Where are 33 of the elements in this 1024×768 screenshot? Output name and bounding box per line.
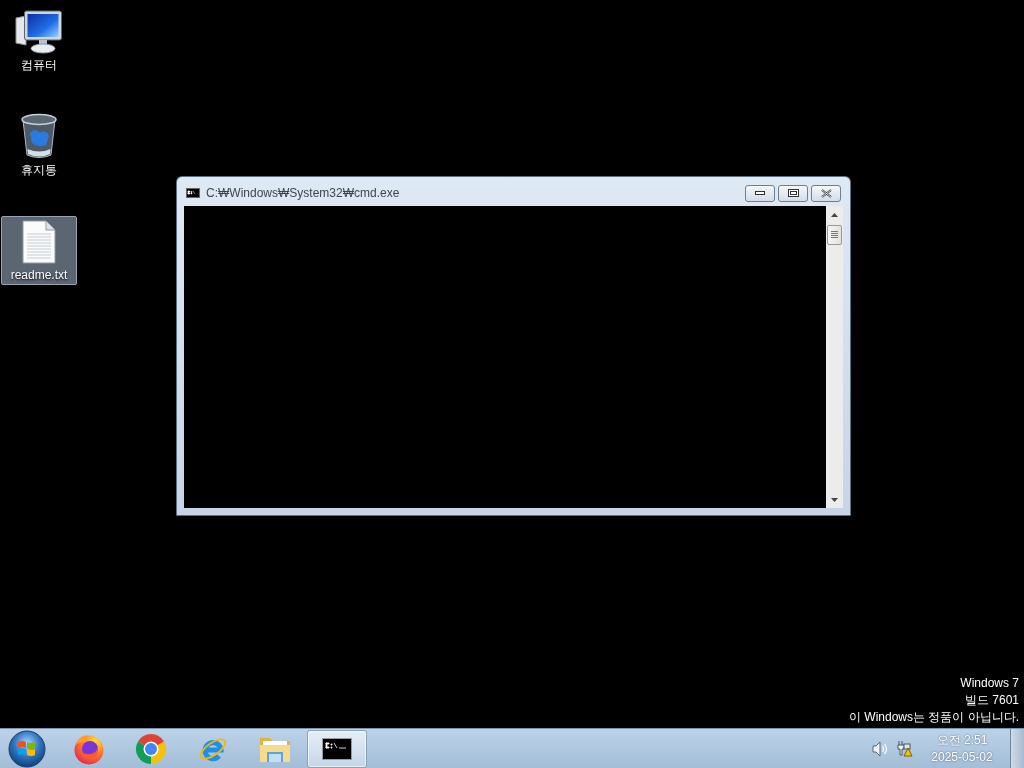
scrollbar-track[interactable]	[826, 206, 843, 508]
close-icon	[820, 188, 832, 198]
terminal-icon	[186, 188, 200, 198]
terminal-icon	[322, 737, 352, 760]
maximize-icon	[787, 189, 799, 197]
clock-time: 오전 2:51	[936, 731, 988, 749]
taskbar-button[interactable]	[307, 729, 367, 768]
os-notice-text: 이 Windows는 정품이 아닙니다.	[849, 709, 1019, 726]
flame-globe-icon	[73, 732, 105, 765]
round-browser-icon	[135, 732, 167, 765]
network-warning-icon[interactable]	[897, 740, 913, 757]
maximize-button[interactable]	[778, 184, 808, 202]
desktop-shortcut[interactable]: readme.txt	[1, 216, 77, 285]
up-arrow-icon	[831, 212, 838, 217]
trash-bin-icon	[20, 113, 58, 161]
minimize-icon	[755, 191, 765, 195]
desktop-shortcut[interactable]: 컴퓨터	[1, 6, 77, 75]
console-input-field[interactable]	[184, 206, 826, 508]
scroll-thumb[interactable]	[827, 225, 842, 245]
show-desktop-button[interactable]	[1010, 729, 1024, 768]
minimize-button[interactable]	[745, 184, 775, 202]
close-button[interactable]	[811, 184, 841, 202]
window-title: C:₩Windows₩System32₩cmd.exe	[206, 186, 400, 200]
desktop-shortcut[interactable]: 휴지통	[1, 111, 77, 180]
os-notice-text: Windows 7	[960, 675, 1019, 692]
os-notice-text: 빌드 7601	[964, 692, 1019, 709]
speaker-icon[interactable]	[872, 740, 888, 757]
clock-date: 2025-05-02	[931, 748, 993, 766]
down-arrow-icon	[831, 497, 838, 502]
windows-flag-icon	[8, 729, 46, 768]
grip-icon	[831, 231, 838, 239]
document-icon	[22, 220, 56, 264]
computer-icon	[15, 10, 63, 54]
